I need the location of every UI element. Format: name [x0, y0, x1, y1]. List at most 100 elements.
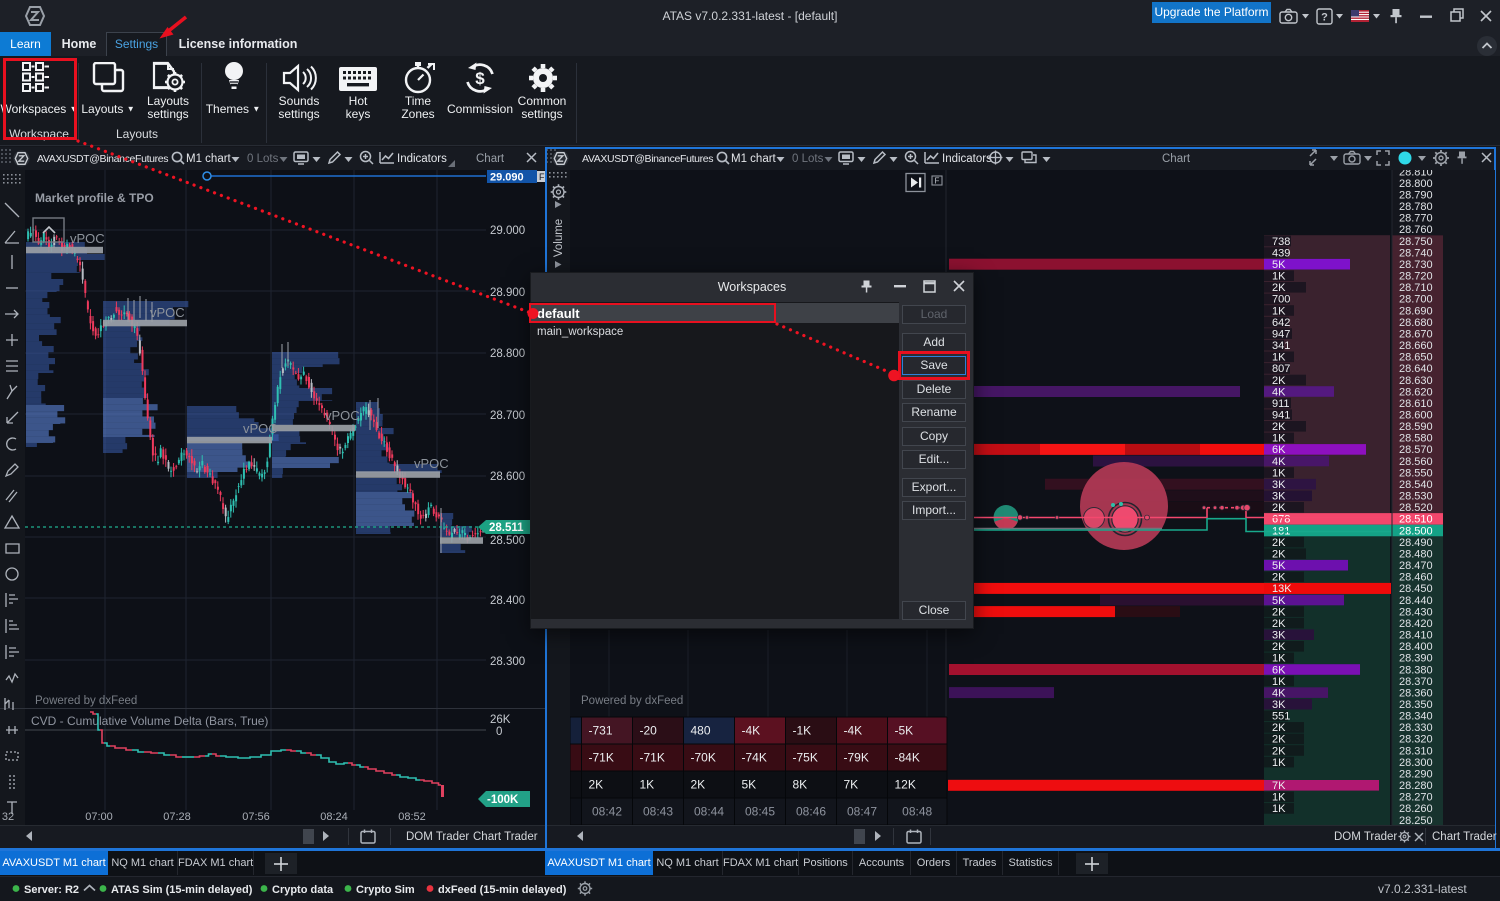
svg-text:28.800: 28.800: [1399, 178, 1433, 190]
svg-text:28.670: 28.670: [1399, 328, 1433, 340]
svg-text:551: 551: [1272, 711, 1290, 723]
svg-text:28.610: 28.610: [1399, 398, 1433, 410]
svg-text:28.770: 28.770: [1399, 213, 1433, 225]
svg-text:28.260: 28.260: [1399, 803, 1433, 815]
svg-text:5K: 5K: [742, 778, 757, 792]
svg-text:28.900: 28.900: [490, 287, 525, 299]
svg-text:28.270: 28.270: [1399, 792, 1433, 804]
svg-text:1K: 1K: [1272, 676, 1286, 688]
svg-text:dxFeed (15-min delayed): dxFeed (15-min delayed): [438, 884, 567, 896]
svg-text:28.580: 28.580: [1399, 433, 1433, 445]
svg-text:28.550: 28.550: [1399, 467, 1433, 479]
svg-text:29.000: 29.000: [490, 225, 525, 237]
svg-text:807: 807: [1272, 363, 1290, 375]
svg-text:-100K: -100K: [487, 794, 519, 806]
svg-text:911: 911: [1272, 398, 1290, 410]
svg-text:5K: 5K: [1272, 560, 1286, 572]
svg-text:2K: 2K: [1272, 734, 1286, 746]
svg-text:1K: 1K: [1272, 757, 1286, 769]
svg-text:28.390: 28.390: [1399, 653, 1433, 665]
svg-text:28.300: 28.300: [1399, 757, 1433, 769]
svg-text:28.600: 28.600: [1399, 410, 1433, 422]
svg-text:28.400: 28.400: [490, 595, 525, 607]
svg-text:2K: 2K: [1272, 549, 1286, 561]
svg-text:3K: 3K: [1272, 491, 1286, 503]
svg-text:4K: 4K: [1272, 456, 1286, 468]
svg-text:CVD - Cumulative Volume Delta: CVD - Cumulative Volume Delta (Bars, Tru…: [31, 714, 268, 728]
svg-text:1K: 1K: [1272, 792, 1286, 804]
svg-text:642: 642: [1272, 317, 1290, 329]
svg-text:4K: 4K: [1272, 687, 1286, 699]
svg-text:2K: 2K: [1272, 722, 1286, 734]
svg-text:341: 341: [1272, 340, 1290, 352]
svg-text:-84K: -84K: [895, 751, 920, 765]
svg-text:947: 947: [1272, 328, 1290, 340]
svg-text:28.490: 28.490: [1399, 537, 1433, 549]
svg-text:28.660: 28.660: [1399, 340, 1433, 352]
svg-text:6K: 6K: [1272, 444, 1286, 456]
svg-text:Crypto Sim: Crypto Sim: [356, 884, 415, 896]
svg-text:1K: 1K: [1272, 433, 1286, 445]
svg-text:1K: 1K: [1272, 305, 1286, 317]
svg-text:28.520: 28.520: [1399, 502, 1433, 514]
svg-text:4K: 4K: [1272, 386, 1286, 398]
svg-text:29.090: 29.090: [490, 172, 524, 184]
svg-text:28.500: 28.500: [1399, 525, 1433, 537]
svg-text:-79K: -79K: [844, 751, 869, 765]
svg-text:28.300: 28.300: [490, 656, 525, 668]
svg-text:28.630: 28.630: [1399, 375, 1433, 387]
svg-text:1K: 1K: [640, 778, 655, 792]
svg-text:08:45: 08:45: [745, 805, 775, 819]
svg-text:Crypto data: Crypto data: [272, 884, 334, 896]
svg-text:28.540: 28.540: [1399, 479, 1433, 491]
svg-text:700: 700: [1272, 294, 1290, 306]
svg-text:2K: 2K: [1272, 502, 1286, 514]
svg-text:28.760: 28.760: [1399, 224, 1433, 236]
svg-text:vPOC: vPOC: [325, 408, 360, 423]
svg-text:28.500: 28.500: [490, 535, 525, 547]
svg-text:28.320: 28.320: [1399, 734, 1433, 746]
svg-text:28.650: 28.650: [1399, 352, 1433, 364]
svg-text:28.400: 28.400: [1399, 641, 1433, 653]
svg-text:28.440: 28.440: [1399, 595, 1433, 607]
svg-text:28.460: 28.460: [1399, 572, 1433, 584]
svg-text:28.420: 28.420: [1399, 618, 1433, 630]
svg-text:28.430: 28.430: [1399, 606, 1433, 618]
svg-text:vPOC: vPOC: [243, 421, 278, 436]
svg-text:5K: 5K: [1272, 595, 1286, 607]
svg-text:28.511: 28.511: [489, 522, 524, 534]
svg-text:12K: 12K: [895, 778, 916, 792]
svg-text:7K: 7K: [1272, 780, 1286, 792]
svg-text:-1K: -1K: [793, 724, 812, 738]
svg-text:Powered by dxFeed: Powered by dxFeed: [581, 695, 683, 707]
svg-text:08:43: 08:43: [643, 805, 673, 819]
svg-text:8K: 8K: [793, 778, 808, 792]
svg-text:7K: 7K: [844, 778, 859, 792]
svg-text:F: F: [935, 177, 940, 186]
svg-text:2K: 2K: [1272, 618, 1286, 630]
svg-text:28.690: 28.690: [1399, 305, 1433, 317]
svg-text:2K: 2K: [1272, 606, 1286, 618]
svg-text:2K: 2K: [691, 778, 706, 792]
svg-text:2K: 2K: [1272, 572, 1286, 584]
svg-text:28.360: 28.360: [1399, 687, 1433, 699]
svg-text:28.740: 28.740: [1399, 247, 1433, 259]
svg-text:678: 678: [1272, 514, 1290, 526]
svg-text:28.530: 28.530: [1399, 491, 1433, 503]
svg-text:08:24: 08:24: [320, 811, 348, 823]
svg-text:28.700: 28.700: [1399, 294, 1433, 306]
svg-text:439: 439: [1272, 247, 1290, 259]
svg-text:28.710: 28.710: [1399, 282, 1433, 294]
svg-text:28.370: 28.370: [1399, 676, 1433, 688]
svg-text:-70K: -70K: [691, 751, 716, 765]
svg-text:28.410: 28.410: [1399, 630, 1433, 642]
svg-text:28.640: 28.640: [1399, 363, 1433, 375]
svg-text:2K: 2K: [1272, 421, 1286, 433]
svg-text:3K: 3K: [1272, 630, 1286, 642]
svg-text:1K: 1K: [1272, 803, 1286, 815]
svg-text:28.450: 28.450: [1399, 583, 1433, 595]
svg-text:2K: 2K: [1272, 641, 1286, 653]
svg-text:-71K: -71K: [640, 751, 665, 765]
svg-text:28.750: 28.750: [1399, 236, 1433, 248]
svg-text:2K: 2K: [589, 778, 604, 792]
